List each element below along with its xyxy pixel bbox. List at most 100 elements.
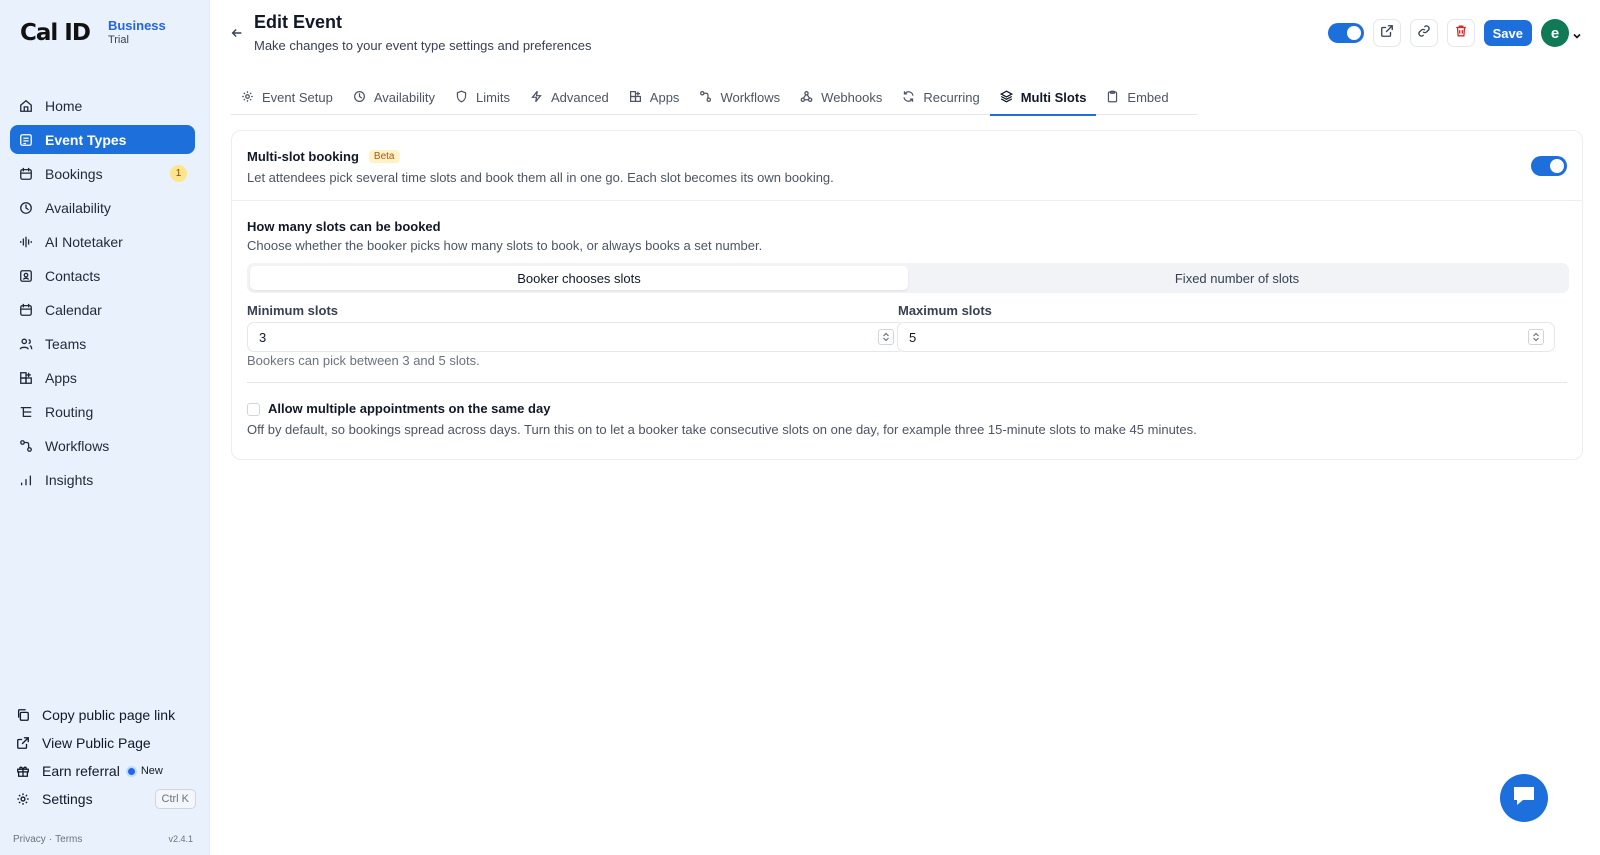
same-day-label[interactable]: Allow multiple appointments on the same … — [268, 401, 550, 416]
chevron-down-icon[interactable] — [1572, 28, 1582, 39]
tab-multi-slots[interactable]: Multi Slots — [989, 79, 1097, 116]
workflows-icon — [699, 90, 713, 104]
trash-icon — [1454, 24, 1468, 43]
sidebar-item-routing[interactable]: Routing — [10, 397, 195, 426]
sidebar-item-contacts[interactable]: Contacts — [10, 261, 195, 290]
sidebar-item-teams[interactable]: Teams — [10, 329, 195, 358]
same-day-description: Off by default, so bookings spread acros… — [247, 422, 1197, 437]
back-arrow-icon[interactable] — [230, 26, 244, 40]
fixed-number-slots-option[interactable]: Fixed number of slots — [908, 266, 1566, 290]
beta-badge: Beta — [368, 150, 400, 163]
sidebar-item-label: Bookings — [45, 165, 103, 182]
sidebar-item-label: Calendar — [45, 301, 102, 318]
tab-apps[interactable]: Apps — [619, 79, 690, 115]
event-enabled-toggle[interactable] — [1327, 23, 1364, 43]
apps-icon — [18, 370, 34, 386]
sidebar-item-apps[interactable]: Apps — [10, 363, 195, 392]
tab-embed[interactable]: Embed — [1096, 79, 1178, 115]
settings-link[interactable]: Settings Ctrl K — [16, 785, 196, 813]
booker-chooses-slots-option[interactable]: Booker chooses slots — [250, 266, 908, 290]
sidebar-item-label: Teams — [45, 335, 87, 352]
terms-link[interactable]: Terms — [55, 834, 82, 845]
contacts-icon — [18, 268, 34, 284]
waveform-icon — [18, 234, 34, 250]
new-indicator-dot — [127, 767, 135, 775]
tab-label: Multi Slots — [1020, 89, 1087, 105]
multi-slot-description: Let attendees pick several time slots an… — [247, 170, 834, 185]
plan-label: Business Trial — [108, 19, 166, 47]
page-subtitle: Make changes to your event type settings… — [254, 38, 592, 53]
layers-icon — [999, 90, 1014, 104]
slot-count-description: Choose whether the booker picks how many… — [247, 238, 763, 253]
tab-label: Advanced — [550, 89, 609, 105]
earn-referral-label: Earn referral — [42, 763, 120, 779]
tab-availability[interactable]: Availability — [343, 79, 445, 115]
refresh-icon — [902, 90, 916, 104]
sidebar-item-workflows[interactable]: Workflows — [10, 431, 195, 460]
support-chat-button[interactable] — [1500, 774, 1548, 822]
save-button[interactable]: Save — [1483, 20, 1532, 46]
section-divider — [232, 200, 1582, 201]
maximum-slots-input[interactable]: 5 — [897, 322, 1555, 352]
calendar-icon — [18, 166, 34, 182]
view-public-page-link[interactable]: View Public Page — [16, 729, 196, 757]
sidebar-item-availability[interactable]: Availability — [10, 193, 195, 222]
minimum-slots-label: Minimum slots — [247, 303, 339, 318]
tab-label: Apps — [649, 89, 680, 105]
multi-slot-settings-card: Multi-slot booking Beta Let attendees pi… — [231, 130, 1583, 460]
logo[interactable]: Cal ID — [20, 18, 91, 48]
copy-public-link-button[interactable]: Copy public page link — [16, 701, 196, 729]
keyboard-shortcut-hint: Ctrl K — [154, 789, 196, 809]
shield-icon — [455, 90, 469, 104]
multi-slot-toggle[interactable] — [1531, 156, 1567, 176]
sidebar-nav: Home Event Types Bookings 1 Availability… — [10, 91, 195, 499]
page-title: Edit Event — [254, 12, 343, 32]
plan-name: Business — [107, 18, 166, 33]
link-icon — [1417, 24, 1431, 43]
tab-label: Event Setup — [262, 89, 333, 105]
sidebar-item-insights[interactable]: Insights — [10, 465, 195, 494]
app-version: v2.4.1 — [168, 834, 193, 844]
tab-recurring[interactable]: Recurring — [892, 79, 989, 115]
user-avatar[interactable]: e — [1541, 19, 1569, 47]
tab-label: Embed — [1127, 89, 1169, 105]
stepper-icon[interactable] — [1528, 329, 1544, 345]
home-icon — [18, 98, 34, 114]
sidebar-bottom-links: Copy public page link View Public Page E… — [16, 701, 196, 813]
sidebar-item-label: Contacts — [45, 267, 101, 284]
external-link-icon — [1380, 24, 1394, 43]
copy-public-link-label: Copy public page link — [42, 707, 176, 723]
view-public-page-label: View Public Page — [42, 735, 151, 751]
external-link-icon — [16, 735, 32, 751]
header-actions: Save e — [1327, 19, 1582, 47]
maximum-slots-label: Maximum slots — [898, 303, 992, 318]
bar-chart-icon — [18, 472, 34, 488]
delete-button[interactable] — [1446, 19, 1475, 47]
preview-button[interactable] — [1372, 19, 1401, 47]
sidebar-item-event-types[interactable]: Event Types — [10, 125, 195, 154]
calendar-icon — [18, 302, 34, 318]
tab-webhooks[interactable]: Webhooks — [790, 79, 892, 115]
sidebar-item-calendar[interactable]: Calendar — [10, 295, 195, 324]
bookings-count-badge: 1 — [170, 165, 187, 182]
sidebar-item-bookings[interactable]: Bookings 1 — [10, 159, 195, 188]
copy-link-button[interactable] — [1409, 19, 1438, 47]
tab-limits[interactable]: Limits — [445, 79, 520, 115]
sidebar-item-home[interactable]: Home — [10, 91, 195, 120]
same-day-checkbox[interactable] — [247, 403, 260, 416]
gift-icon — [16, 763, 32, 779]
workflows-icon — [18, 438, 34, 454]
tab-event-setup[interactable]: Event Setup — [231, 79, 343, 115]
stepper-icon[interactable] — [878, 329, 894, 345]
tab-label: Availability — [373, 89, 436, 105]
tab-workflows[interactable]: Workflows — [689, 79, 790, 115]
sidebar-item-ai-notetaker[interactable]: AI Notetaker — [10, 227, 195, 256]
slot-mode-segmented-control: Booker chooses slots Fixed number of slo… — [247, 263, 1569, 293]
earn-referral-link[interactable]: Earn referral New — [16, 757, 196, 785]
minimum-slots-input[interactable]: 3 — [247, 322, 905, 352]
tab-advanced[interactable]: Advanced — [520, 79, 619, 115]
sidebar-item-label: Home — [45, 97, 83, 114]
privacy-link[interactable]: Privacy — [13, 834, 46, 845]
chat-icon — [1511, 784, 1537, 813]
bolt-icon — [530, 90, 544, 104]
